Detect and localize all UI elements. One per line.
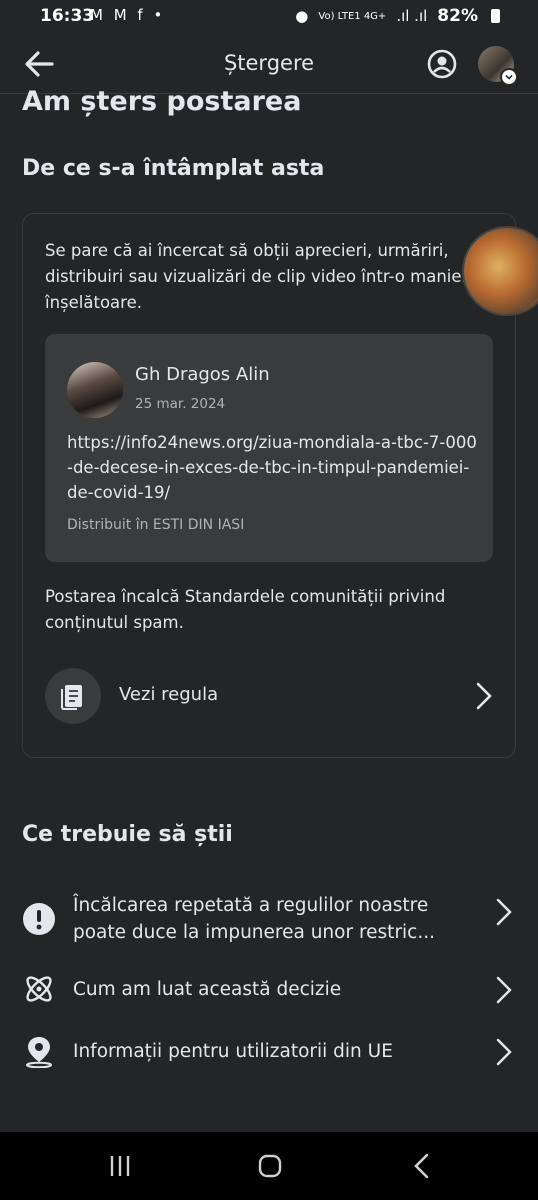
- account-circle-icon[interactable]: [426, 48, 458, 80]
- chevron-right-icon: [496, 898, 512, 926]
- notification-icons: M M f •: [90, 6, 166, 24]
- location-pin-icon: [26, 1037, 52, 1068]
- info-item-eu-users[interactable]: Informații pentru utilizatorii din UE: [22, 1034, 516, 1070]
- removed-heading: Am șters postarea: [22, 86, 302, 117]
- reason-description: Se pare că ai încercat să obții aprecier…: [45, 241, 479, 312]
- status-right: ● Vo) LTE1 4G+ .ıl .ıl 82%: [295, 6, 500, 26]
- chevron-down-icon: [500, 68, 518, 86]
- signal-bars-icon: .ıl .ıl: [396, 7, 428, 25]
- top-app-bar: Ștergere: [0, 34, 538, 94]
- chevron-right-icon: [496, 976, 512, 1004]
- chevron-right-icon: [496, 1038, 512, 1066]
- system-navigation-bar: [0, 1132, 538, 1200]
- reason-card: Se pare că ai încercat să obții aprecier…: [22, 213, 516, 758]
- post-link-text: https://info24news.org/ziua-mondiala-a-t…: [67, 433, 477, 502]
- info-item-label: Încălcarea repetată a regulilor noastre …: [73, 895, 435, 943]
- status-time: 16:33: [40, 6, 95, 26]
- post-author-name: Gh Dragos Alin: [135, 364, 270, 385]
- home-icon[interactable]: [250, 1150, 290, 1182]
- network-label: Vo) LTE1 4G+: [318, 10, 387, 22]
- rule-document-icon: [45, 668, 101, 724]
- view-rule-label: Vezi regula: [119, 684, 219, 705]
- recent-apps-icon[interactable]: [100, 1150, 140, 1182]
- view-rule-button[interactable]: Vezi regula: [45, 666, 497, 726]
- info-item-repeated-violations[interactable]: Încălcarea repetată a regulilor noastre …: [22, 890, 516, 950]
- exclamation-circle-icon: [23, 903, 55, 935]
- violation-text: Postarea încalcă Standardele comunității…: [45, 587, 446, 632]
- info-item-label: Cum am luat această decizie: [73, 979, 342, 1000]
- battery-level: 82%: [437, 6, 478, 26]
- post-shared-in: Distribuit în ESTI DIN IASI: [67, 517, 245, 533]
- post-date: 25 mar. 2024: [135, 396, 226, 412]
- atom-icon: [26, 976, 52, 1002]
- info-item-decision[interactable]: Cum am luat această decizie: [22, 972, 516, 1008]
- post-author-avatar: [67, 362, 123, 418]
- signal-icon: ●: [295, 7, 309, 25]
- back-nav-icon[interactable]: [402, 1150, 442, 1182]
- chevron-right-icon: [476, 682, 492, 710]
- removed-post-preview: Gh Dragos Alin 25 mar. 2024 https://info…: [45, 334, 493, 562]
- battery-icon: [491, 9, 500, 23]
- why-section-title: De ce s-a întâmplat asta: [22, 156, 325, 181]
- status-bar: 16:33 M M f • ● Vo) LTE1 4G+ .ıl .ıl 82%: [0, 0, 538, 34]
- user-avatar-button[interactable]: [478, 46, 518, 86]
- know-section-title: Ce trebuie să știi: [22, 822, 233, 847]
- info-item-label: Informații pentru utilizatorii din UE: [73, 1041, 393, 1062]
